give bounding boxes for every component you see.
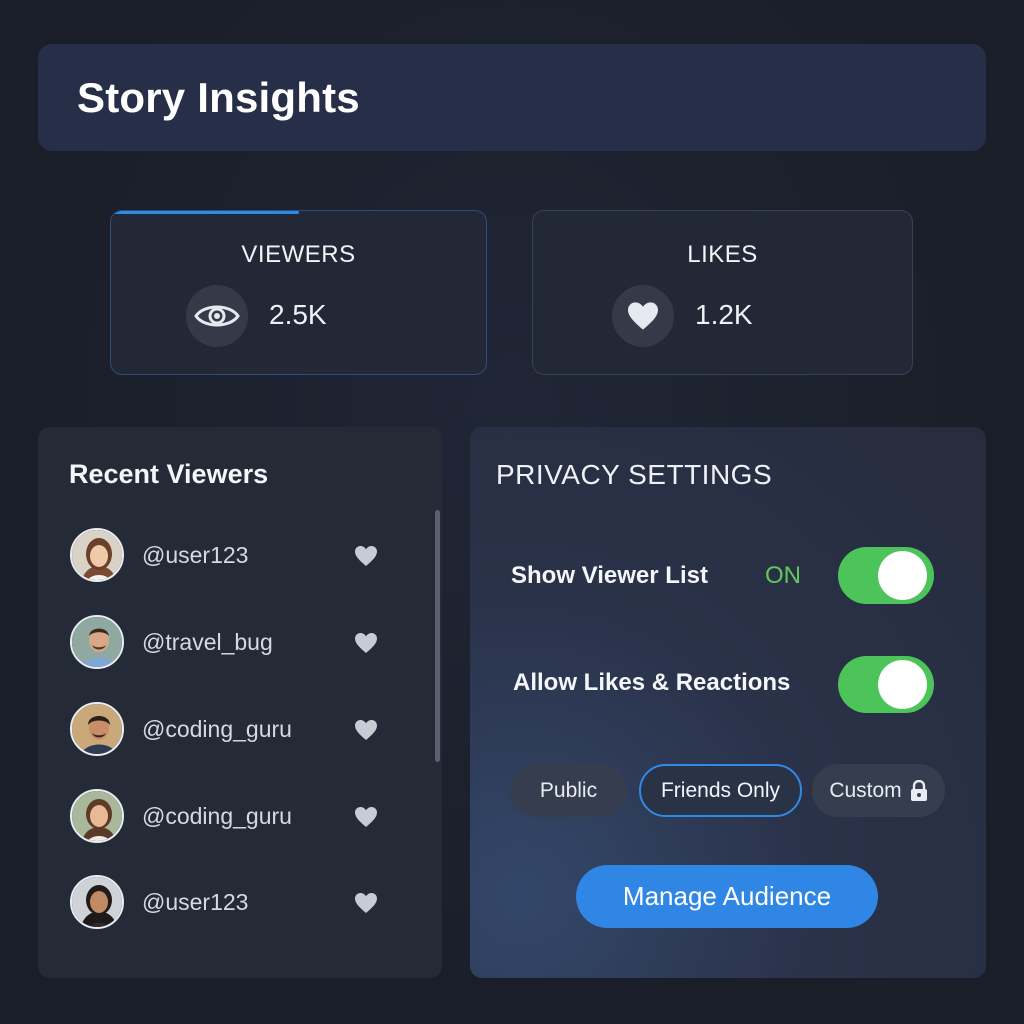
lock-icon (910, 779, 927, 801)
viewers-label: VIEWERS (241, 241, 356, 268)
audience-option-public[interactable]: Public (510, 764, 627, 817)
heart-icon[interactable] (354, 806, 378, 828)
chip-label: Friends Only (660, 778, 781, 802)
list-item[interactable]: @user123 (70, 528, 390, 584)
viewer-handle: @coding_guru (142, 803, 292, 829)
viewer-handle: @user123 (142, 542, 249, 568)
toggle-knob (878, 660, 927, 709)
header-bar: Story Insights (38, 44, 986, 151)
active-card-indicator (111, 211, 299, 214)
heart-icon[interactable] (354, 892, 378, 914)
likes-stat-card[interactable]: LIKES 1.2K (532, 210, 913, 375)
likes-count: 1.2K (695, 299, 753, 330)
heart-icon[interactable] (354, 632, 378, 654)
eye-icon (186, 285, 248, 347)
list-item[interactable]: @user123 (70, 875, 390, 931)
avatar (70, 615, 124, 669)
list-item[interactable]: @coding_guru (70, 789, 390, 845)
heart-icon[interactable] (354, 545, 378, 567)
list-item[interactable]: @coding_guru (70, 702, 390, 758)
show-viewer-list-label: Show Viewer List (511, 562, 708, 589)
audience-option-custom[interactable]: Custom (812, 764, 945, 817)
avatar (70, 789, 124, 843)
chip-label: Public (539, 778, 598, 802)
show-viewer-list-toggle[interactable] (838, 547, 934, 604)
viewer-handle: @coding_guru (142, 716, 292, 742)
story-insights-screen: Story Insights VIEWERS 2.5K LIKES 1.2K R… (0, 0, 1024, 1024)
list-item[interactable]: @travel_bug (70, 615, 390, 671)
viewers-stat-card[interactable]: VIEWERS 2.5K (110, 210, 487, 375)
toggle-state-text: ON (765, 562, 801, 589)
avatar (70, 702, 124, 756)
viewer-handle: @travel_bug (142, 629, 273, 655)
toggle-knob (878, 551, 927, 600)
manage-audience-button[interactable]: Manage Audience (576, 865, 878, 928)
avatar (70, 528, 124, 582)
viewer-handle: @user123 (142, 889, 249, 915)
heart-icon (612, 285, 674, 347)
privacy-settings-title: PRIVACY SETTINGS (496, 459, 773, 490)
heart-icon[interactable] (354, 719, 378, 741)
chip-label: Custom (829, 778, 902, 802)
recent-viewers-title: Recent Viewers (69, 459, 269, 489)
audience-option-friends-only[interactable]: Friends Only (639, 764, 802, 817)
viewers-count: 2.5K (269, 299, 327, 330)
likes-label: LIKES (687, 241, 758, 268)
allow-likes-label: Allow Likes & Reactions (513, 669, 791, 696)
allow-likes-toggle[interactable] (838, 656, 934, 713)
page-title: Story Insights (77, 73, 360, 121)
viewers-scrollbar[interactable] (435, 510, 440, 762)
avatar (70, 875, 124, 929)
